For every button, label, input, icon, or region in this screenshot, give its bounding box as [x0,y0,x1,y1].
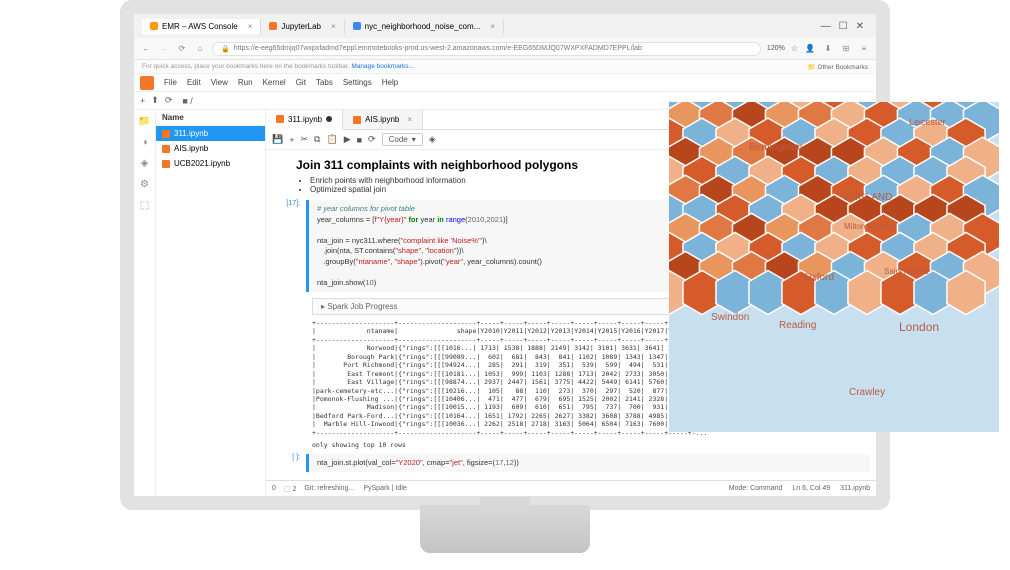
menu-view[interactable]: View [211,78,228,87]
home-icon[interactable]: ⌂ [194,44,206,53]
menu-run[interactable]: Run [238,78,253,87]
git-status[interactable]: Git: refreshing… [304,485,355,492]
tab-ais[interactable]: AIS.ipynb× [343,110,423,129]
download-icon[interactable]: ⬇ [822,44,834,53]
account-icon[interactable]: 👤 [804,44,816,53]
close-icon[interactable]: × [407,115,412,124]
extensions-icon[interactable]: ⊞ [840,44,852,53]
chevron-down-icon: ▾ [412,135,416,144]
address-bar: ← → ⟳ ⌂ 🔒https://e-eeg65dmjq07wxpxfadmd7… [134,38,876,60]
running-icon[interactable]: ◑ [141,137,147,148]
upload-icon[interactable]: ⬆ [151,95,159,106]
git-icon[interactable]: ◈ [429,134,436,145]
notebook-icon [353,116,361,124]
menu-settings[interactable]: Settings [343,78,372,87]
jupyter-menu-bar: File Edit View Run Kernel Git Tabs Setti… [134,74,876,92]
copy-icon[interactable]: ⧉ [314,134,320,145]
manage-bookmarks-link[interactable]: Manage bookmarks... [351,63,414,70]
cell-type-select[interactable]: Code ▾ [382,133,423,146]
menu-edit[interactable]: Edit [187,78,201,87]
paste-icon[interactable]: 📋 [326,134,337,145]
file-browser-icon[interactable]: 📁 [138,116,150,127]
notebook-icon [162,130,170,138]
browser-tab-aws[interactable]: EMR – AWS Console× [142,19,261,34]
browser-tab-bar: EMR – AWS Console× JupyterLab× nyc_neigh… [134,14,876,38]
kernel-status[interactable]: PySpark | Idle [363,485,406,492]
commands-icon[interactable]: ⚙ [140,179,149,190]
activity-bar: 📁 ◑ ◈ ⚙ ⬚ [134,110,156,496]
browser-tab-nyc[interactable]: nyc_neighborhood_noise_com...× [345,19,504,34]
browser-tab-jupyter[interactable]: JupyterLab× [261,19,344,34]
extension-icon[interactable]: ⬚ [140,200,149,211]
maximize-icon[interactable]: ☐ [839,21,848,32]
window-controls: — ☐ ✕ [821,21,876,32]
notebook-icon [162,160,170,168]
close-icon[interactable]: × [490,22,495,31]
star-icon[interactable]: ☆ [791,44,798,53]
menu-file[interactable]: File [164,78,177,87]
file-browser: Name 311.ipynb AIS.ipynb UCB2021.ipynb [156,110,266,496]
code-cell-2[interactable]: [ ]: nta_join.st.plot(val_col="Y2020", c… [266,452,876,475]
add-cell-icon[interactable]: + [289,135,294,145]
stop-icon[interactable]: ■ [357,135,362,145]
cursor-position: Ln 6, Col 49 [792,485,830,492]
file-item-ais[interactable]: AIS.ipynb [156,141,265,156]
file-item-ucb[interactable]: UCB2021.ipynb [156,156,265,171]
back-icon[interactable]: ← [140,44,152,53]
code-editor[interactable]: nta_join.st.plot(val_col="Y2020", cmap="… [306,454,870,473]
new-folder-icon[interactable]: + [140,96,145,106]
status-bar: 0 ⬚ 2 Git: refreshing… PySpark | Idle Mo… [266,480,876,496]
git-icon[interactable]: ◈ [141,158,149,169]
file-item-311[interactable]: 311.ipynb [156,126,265,141]
run-icon[interactable]: ▶ [344,134,351,145]
zoom-level[interactable]: 120% [767,45,785,52]
current-file: 311.ipynb [840,485,870,492]
jupyter-logo-icon [140,76,154,90]
close-icon[interactable]: ✕ [856,21,864,32]
output-footer: only showing top 10 rows [312,441,876,449]
dirty-indicator-icon [326,116,332,122]
menu-help[interactable]: Help [382,78,398,87]
hexbin-map-overlay: Birmingham ENGLAND Milton Keynes Oxford … [669,102,999,432]
save-icon[interactable]: 💾 [272,134,283,145]
file-browser-header[interactable]: Name [156,110,265,126]
notebook-icon [276,115,284,123]
close-icon[interactable]: × [331,22,336,31]
monitor-stand [420,505,590,553]
menu-icon[interactable]: ≡ [858,44,870,53]
other-bookmarks[interactable]: 📁 Other Bookmarks [808,63,868,71]
menu-tabs[interactable]: Tabs [316,78,333,87]
menu-kernel[interactable]: Kernel [263,78,286,87]
close-icon[interactable]: × [248,22,253,31]
restart-icon[interactable]: ⟳ [368,134,376,145]
input-prompt: [17]: [266,200,306,292]
lock-icon: 🔒 [221,45,230,53]
url-input[interactable]: 🔒https://e-eeg65dmjq07wxpxfadmd7eppl.emr… [212,42,761,56]
forward-icon[interactable]: → [158,44,170,53]
reload-icon[interactable]: ⟳ [176,44,188,53]
notebook-icon [162,145,170,153]
tab-311[interactable]: 311.ipynb [266,110,343,130]
menu-git[interactable]: Git [296,78,306,87]
cut-icon[interactable]: ✂ [300,134,308,145]
mode-indicator: Mode: Command [729,485,783,492]
minimize-icon[interactable]: — [821,21,831,32]
refresh-icon[interactable]: ⟳ [165,95,173,106]
bookmarks-bar: For quick access, place your bookmarks h… [134,60,876,74]
